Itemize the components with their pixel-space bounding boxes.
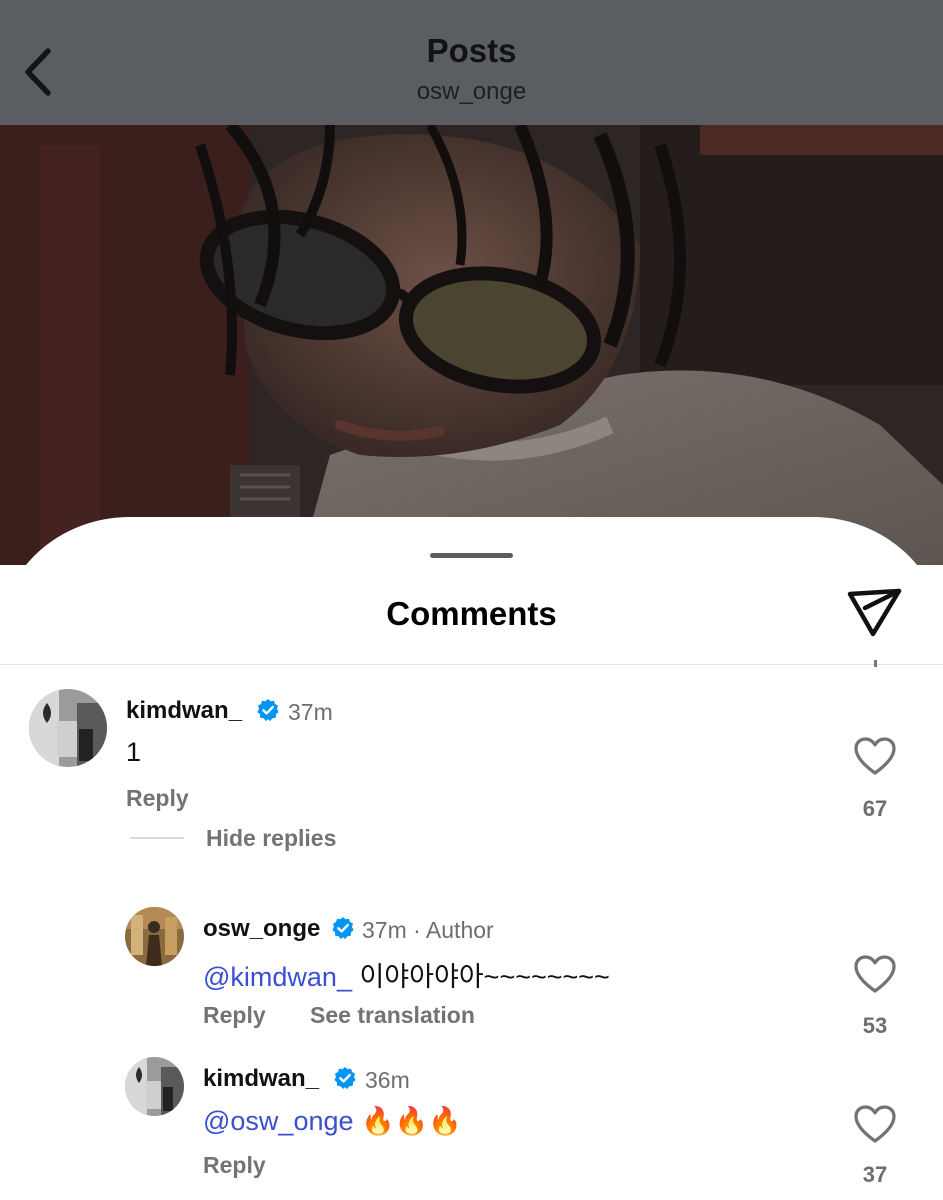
verified-badge-icon	[332, 917, 354, 939]
replies-divider-line	[130, 837, 184, 839]
verified-badge-icon	[334, 1067, 356, 1089]
avatar[interactable]	[125, 907, 184, 966]
mention-link[interactable]: @kimdwan_	[203, 962, 352, 992]
reply-username[interactable]: kimdwan_	[203, 1065, 319, 1093]
top-app-bar: Posts osw_onge	[0, 0, 943, 125]
comment-username[interactable]: kimdwan_	[126, 697, 242, 725]
scrollbar-indicator	[874, 660, 877, 667]
hide-replies-button[interactable]: Hide replies	[206, 825, 336, 852]
like-button[interactable]	[853, 736, 897, 776]
share-button[interactable]	[842, 581, 908, 643]
like-count: 53	[862, 1013, 888, 1038]
mention-link[interactable]: @osw_onge	[203, 1106, 354, 1136]
like-count: 67	[862, 796, 888, 821]
reply-timestamp: 37m	[362, 917, 407, 943]
reply-meta: 37m · Author	[362, 917, 494, 944]
reply-button[interactable]: Reply	[126, 785, 189, 812]
sheet-drag-handle[interactable]	[430, 553, 513, 558]
post-photo	[0, 125, 943, 565]
reply-username[interactable]: osw_onge	[203, 915, 320, 943]
comments-sheet: Comments kimdwan_ 37m 1 Reply 67 Hide re…	[0, 517, 943, 1200]
heart-outline-icon	[854, 955, 896, 993]
page-title: Posts	[426, 32, 517, 69]
reply-body: 이야아야아~~~~~~~~	[351, 962, 610, 992]
heart-outline-icon	[854, 1105, 896, 1143]
reply-button[interactable]: Reply	[203, 1152, 266, 1179]
like-button[interactable]	[853, 954, 897, 994]
paper-plane-icon	[847, 588, 902, 637]
reply-timestamp: 36m	[365, 1067, 410, 1093]
comment-text: 1	[126, 737, 142, 767]
see-translation-button[interactable]: See translation	[310, 1002, 475, 1029]
verified-badge-icon	[257, 699, 279, 721]
comment-timestamp: 37m	[288, 699, 333, 725]
heart-outline-icon	[854, 737, 896, 775]
sheet-divider	[0, 664, 943, 665]
page-subtitle-username[interactable]: osw_onge	[0, 78, 943, 106]
reply-button[interactable]: Reply	[203, 1002, 266, 1029]
author-label: · Author	[413, 917, 494, 943]
comments-title: Comments	[386, 595, 557, 632]
reply-text: @kimdwan_ 이야아야아~~~~~~~~	[203, 955, 610, 994]
reply-body: 🔥🔥🔥	[353, 1106, 462, 1136]
avatar[interactable]	[125, 1057, 184, 1116]
reply-text: @osw_onge 🔥🔥🔥	[203, 1105, 462, 1137]
like-button[interactable]	[853, 1104, 897, 1144]
avatar[interactable]	[29, 689, 107, 767]
like-count: 37	[862, 1162, 888, 1187]
